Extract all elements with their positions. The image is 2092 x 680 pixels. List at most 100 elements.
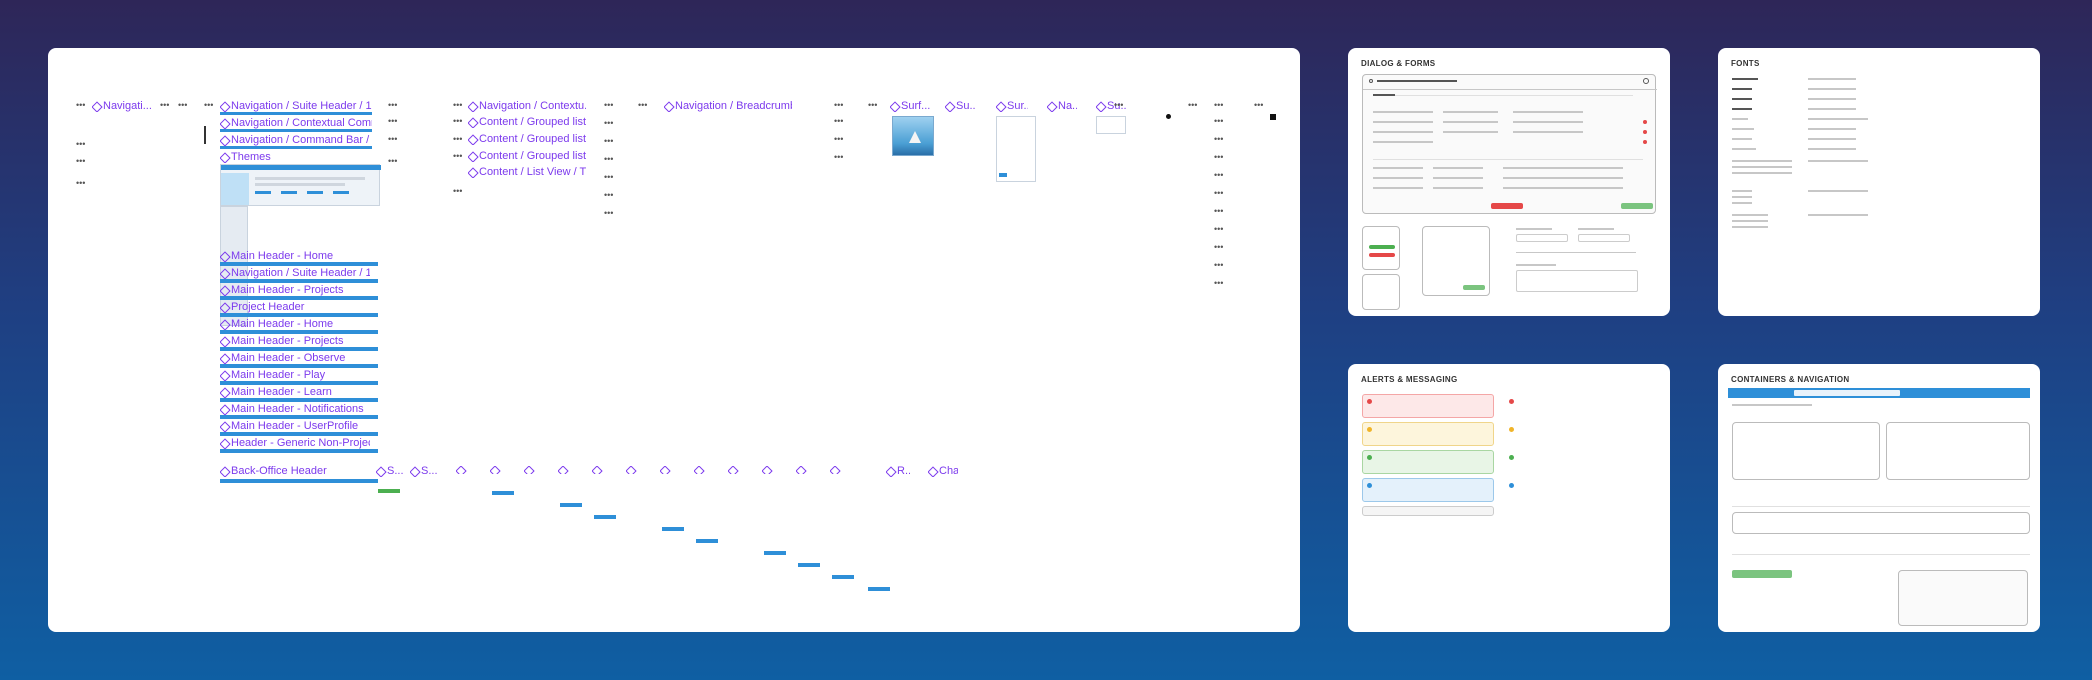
component-icon (220, 439, 228, 447)
more-icon: ••• (76, 178, 86, 188)
component-icon (558, 466, 566, 474)
component-label-breadcrumb[interactable]: Navigation / Breadcrumb ... (664, 100, 792, 112)
more-icon: ••• (604, 190, 614, 200)
component-label-main-header-notifications[interactable]: Main Header - Notifications (220, 403, 370, 415)
card-preview (996, 116, 1036, 182)
preview-header-bar (221, 165, 381, 170)
selected-nav-item[interactable] (1732, 570, 1792, 578)
component-label-main-header-home-2[interactable]: Main Header - Home (220, 318, 370, 330)
component-icon (762, 466, 770, 474)
component-label-main-header-projects-2[interactable]: Main Header - Projects (220, 335, 370, 347)
delete-icon[interactable] (1643, 130, 1647, 134)
component-marker[interactable] (728, 466, 742, 474)
cancel-button[interactable] (1369, 253, 1395, 257)
component-label-main-header-projects[interactable]: Main Header - Projects (220, 284, 370, 296)
component-marker[interactable] (456, 466, 470, 474)
component-label-main-header-observe[interactable]: Main Header - Observe (220, 352, 370, 364)
component-marker[interactable] (558, 466, 572, 474)
more-icon: ••• (604, 136, 614, 146)
list-preview-accent (798, 563, 820, 567)
more-icon: ••• (834, 134, 844, 144)
panel-title: FONTS (1731, 59, 1760, 68)
preview-sidebar (221, 173, 249, 205)
confirm-button[interactable] (1369, 245, 1395, 249)
component-label-grouped-list-3[interactable]: Content / Grouped list... (468, 150, 586, 162)
panel-title: CONTAINERS & NAVIGATION (1731, 375, 1850, 384)
select-input[interactable] (1516, 234, 1568, 242)
component-label-list-view[interactable]: Content / List View / T... (468, 166, 586, 178)
more-icon: ••• (1214, 100, 1224, 110)
component-marker[interactable] (592, 466, 606, 474)
font-sample-list (1732, 214, 1768, 216)
component-marker[interactable] (626, 466, 640, 474)
header-preview-bar (220, 262, 378, 266)
search-input[interactable] (1794, 390, 1900, 396)
component-marker[interactable] (524, 466, 538, 474)
success-icon (1509, 455, 1514, 460)
save-button[interactable] (1621, 203, 1653, 209)
component-label-r[interactable]: R... (886, 465, 910, 477)
textarea-field[interactable] (1516, 270, 1638, 292)
component-label-na[interactable]: Na... (1047, 100, 1077, 112)
active-tab-indicator[interactable] (1373, 94, 1395, 96)
component-label-surface[interactable]: Surf... (890, 100, 930, 112)
info-icon (1367, 483, 1372, 488)
component-icon (220, 286, 228, 294)
header-preview-bar (220, 449, 378, 453)
breadcrumb[interactable] (1732, 404, 1812, 406)
component-marker[interactable] (694, 466, 708, 474)
component-icon (830, 466, 838, 474)
more-icon: ••• (453, 151, 463, 161)
component-icon (456, 466, 464, 474)
more-icon: ••• (1214, 152, 1224, 162)
more-icon: ••• (178, 100, 188, 110)
component-label-grouped-list-2[interactable]: Content / Grouped list... (468, 133, 586, 145)
component-marker[interactable] (830, 466, 844, 474)
delete-icon[interactable] (1643, 120, 1647, 124)
component-label-s2[interactable]: S... (410, 465, 438, 477)
component-label-suite-header[interactable]: Navigation / Suite Header / 13"... (220, 100, 372, 112)
radio-group[interactable] (1516, 252, 1636, 253)
sail-icon (909, 131, 921, 143)
component-label-main-header-home[interactable]: Main Header - Home (220, 250, 370, 262)
select-input[interactable] (1578, 234, 1630, 242)
component-marker[interactable] (660, 466, 674, 474)
component-label-navigation[interactable]: Navigati... (92, 100, 152, 112)
tabs-underline (1732, 506, 2030, 507)
component-marker[interactable] (490, 466, 504, 474)
component-label-contextual[interactable]: Navigation / Contextual Comm... (220, 117, 372, 129)
delete-icon[interactable] (1643, 140, 1647, 144)
component-label-main-header-learn[interactable]: Main Header - Learn (220, 386, 370, 398)
component-label-main-header-userprofile[interactable]: Main Header - UserProfile (220, 420, 370, 432)
component-icon (220, 102, 228, 110)
component-label-back-office-header[interactable]: Back-Office Header (220, 465, 370, 477)
dialog-preview (1362, 74, 1657, 214)
component-label-sur[interactable]: Sur... (996, 100, 1028, 112)
component-label-grouped-list-1[interactable]: Content / Grouped list... (468, 116, 586, 128)
component-marker[interactable] (762, 466, 776, 474)
dialog-heading-line (1377, 80, 1457, 82)
component-label-generic-header[interactable]: Header - Generic Non-Project ... (220, 437, 370, 449)
component-label-themes[interactable]: Themes (220, 151, 320, 163)
component-icon (626, 466, 634, 474)
component-label-project-header[interactable]: Project Header (220, 301, 370, 313)
component-label-main-header-play[interactable]: Main Header - Play (220, 369, 370, 381)
component-label-cha[interactable]: Cha... (928, 465, 958, 477)
font-sample-heading4 (1732, 108, 1752, 110)
more-icon: ••• (1254, 100, 1264, 110)
component-label-su-1[interactable]: Su... (945, 100, 975, 112)
tooltip-preview (1362, 274, 1400, 310)
component-icon (1047, 102, 1055, 110)
component-label-s1[interactable]: S... (376, 465, 404, 477)
close-icon[interactable] (1643, 78, 1649, 84)
delete-button[interactable] (1491, 203, 1523, 209)
save-button[interactable] (1463, 285, 1485, 290)
header-preview-bar (220, 296, 378, 300)
component-label-suite-header-2[interactable]: Navigation / Suite Header / 13"... (220, 267, 370, 279)
component-label-command-bar[interactable]: Navigation / Command Bar / W... (220, 134, 372, 146)
component-label-contextual-2[interactable]: Navigation / Contextu... (468, 100, 586, 112)
preview-button (281, 191, 297, 194)
info-alert (1362, 478, 1494, 502)
component-marker[interactable] (796, 466, 810, 474)
more-icon: ••• (204, 100, 214, 110)
